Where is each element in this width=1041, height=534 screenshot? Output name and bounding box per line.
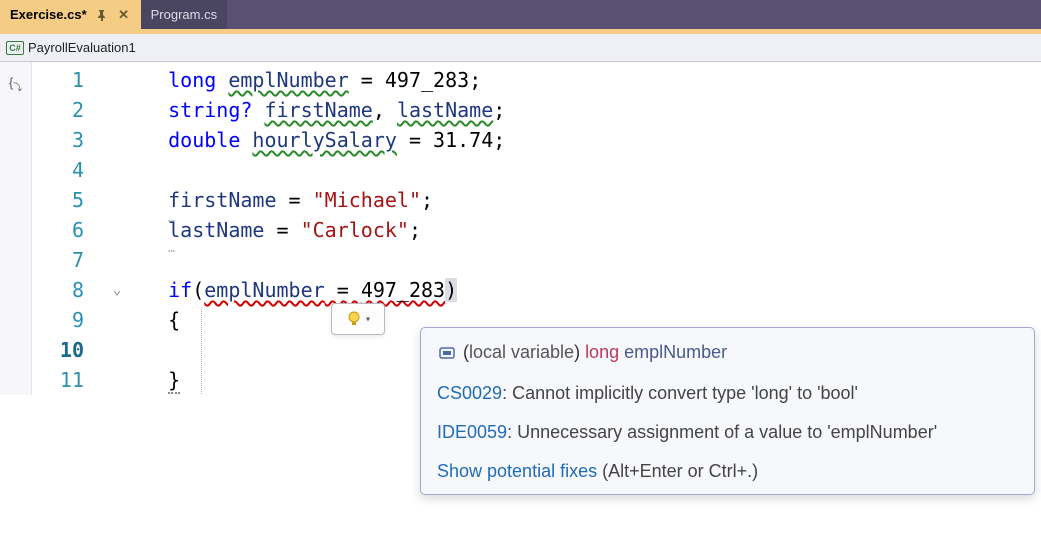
line-number: 2 [32, 95, 84, 125]
line-number-current: 10 [32, 335, 84, 365]
light-bulb-button[interactable]: ▾ [331, 303, 385, 335]
line-number-gutter: 1 2 3 4 5 6 7 8 9 10 11 [32, 62, 102, 395]
csharp-badge-icon: C# [6, 41, 24, 55]
structure-glyph-icon[interactable]: {⤵ [0, 65, 31, 95]
navigation-bar: C# PayrollEvaluation1 [0, 34, 1041, 62]
line-number: 6 [32, 215, 84, 245]
line-number: 5 [32, 185, 84, 215]
code-line[interactable]: double hourlySalary = 31.74; [102, 125, 1041, 155]
show-fixes-link[interactable]: Show potential fixes (Alt+Enter or Ctrl+… [437, 461, 1018, 482]
outline-margin: {⤵ [0, 62, 32, 395]
line-number: 9 [32, 305, 84, 335]
line-number: 7 [32, 245, 84, 275]
code-line[interactable] [102, 155, 1041, 185]
code-line[interactable]: long emplNumber = 497_283; [102, 65, 1041, 95]
code-line[interactable]: ⌄ if(emplNumber = 497_283) [102, 275, 1041, 305]
tab-program[interactable]: Program.cs [141, 0, 227, 29]
variable-icon [437, 343, 457, 363]
tooltip-header: (local variable) long emplNumber [437, 342, 1018, 363]
diagnostic-message: IDE0059: Unnecessary assignment of a val… [437, 422, 1018, 443]
code-line[interactable]: string? firstName, lastName; [102, 95, 1041, 125]
diagnostic-message: CS0029: Cannot implicitly convert type '… [437, 383, 1018, 404]
tab-label: Program.cs [151, 7, 217, 22]
tab-label: Exercise.cs* [10, 7, 87, 22]
code-line[interactable] [102, 245, 1041, 275]
line-number: 8 [32, 275, 84, 305]
navigation-context[interactable]: PayrollEvaluation1 [28, 40, 136, 55]
error-tooltip: (local variable) long emplNumber CS0029:… [420, 327, 1035, 495]
line-number: 4 [32, 155, 84, 185]
line-number: 3 [32, 125, 84, 155]
code-line[interactable]: lastName = "Carlock";… [102, 215, 1041, 245]
pin-icon[interactable] [95, 9, 109, 21]
close-icon[interactable]: ✕ [117, 7, 131, 23]
code-line[interactable]: firstName = "Michael";… [102, 185, 1041, 215]
chevron-down-icon: ▾ [365, 314, 371, 325]
light-bulb-icon [345, 310, 363, 328]
tab-bar: Exercise.cs* ✕ Program.cs [0, 0, 1041, 34]
line-number: 1 [32, 65, 84, 95]
fold-chevron-icon[interactable]: ⌄ [102, 275, 132, 305]
tab-exercise[interactable]: Exercise.cs* ✕ [0, 0, 141, 29]
line-number: 11 [32, 365, 84, 395]
